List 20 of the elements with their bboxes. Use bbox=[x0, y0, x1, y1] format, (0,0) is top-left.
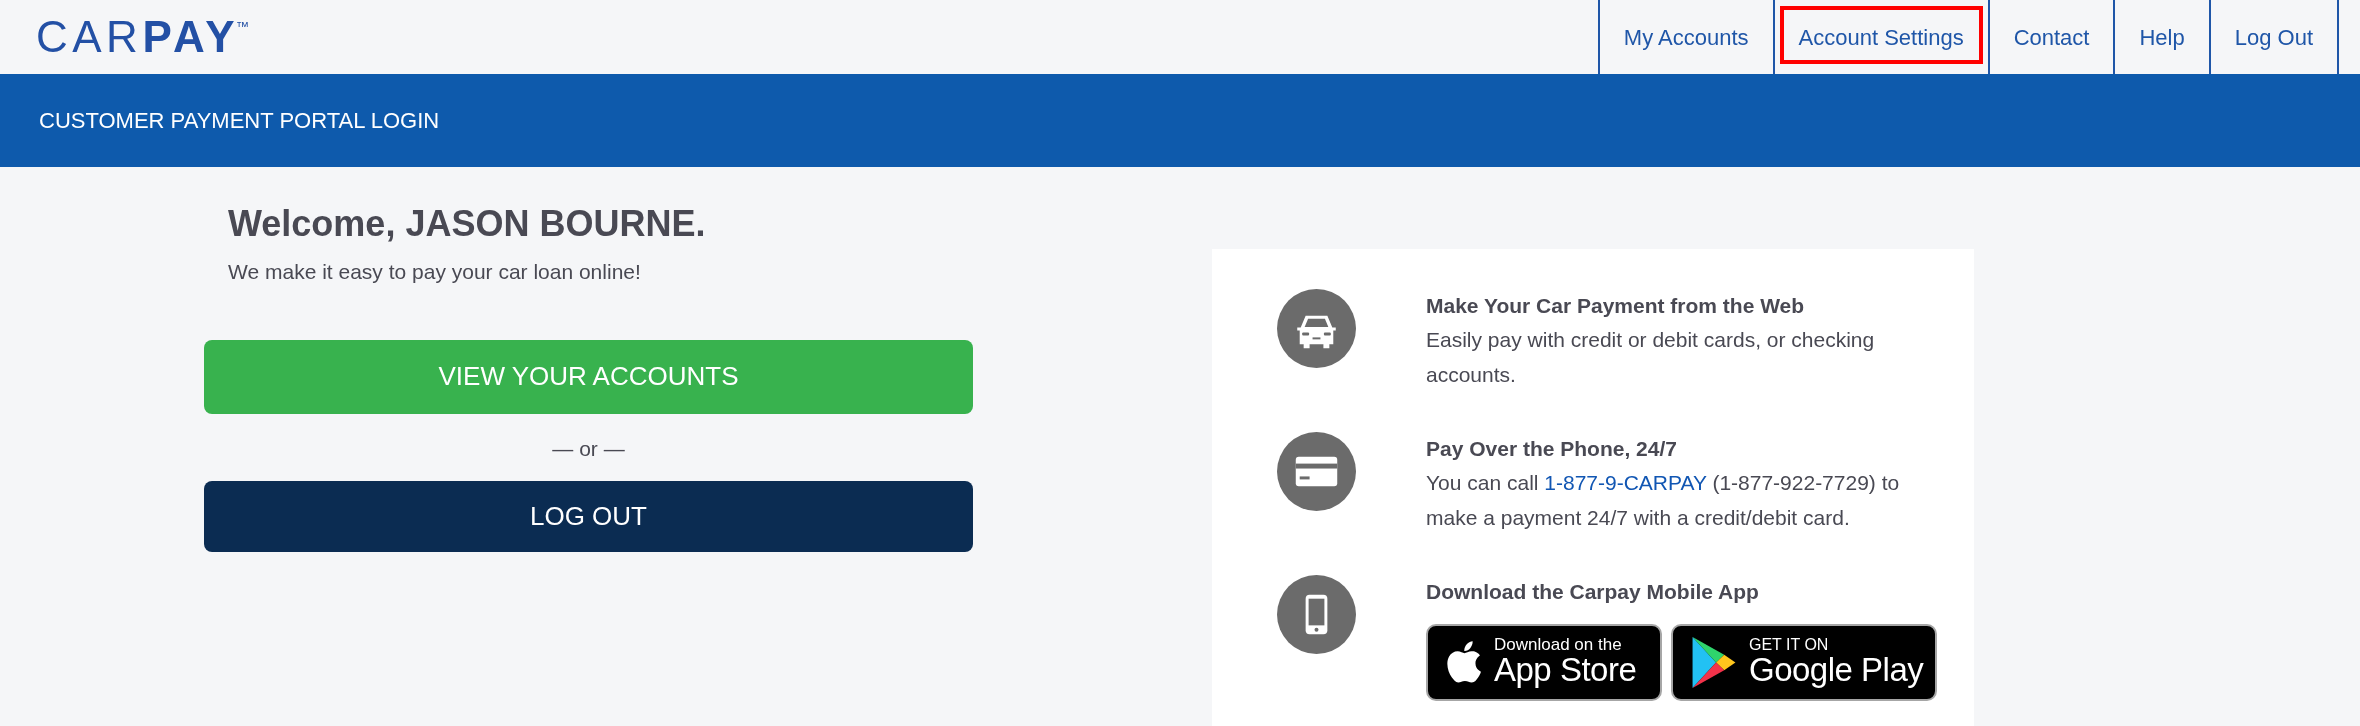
apple-logo-icon bbox=[1446, 640, 1482, 684]
feature-title: Download the Carpay Mobile App bbox=[1426, 578, 1760, 605]
feature-description: You can call 1-877-9-CARPAY (1-877-922-7729) to make a payment 24/7 with a credit/debit card. bbox=[1426, 469, 1901, 531]
feature-title: Make Your Car Payment from the Web bbox=[1426, 292, 1806, 319]
feature-description: Easily pay with credit or debit cards, or checking accounts. bbox=[1426, 326, 1876, 388]
log-out-button[interactable]: LOG OUT bbox=[204, 480, 973, 552]
mobile-phone-icon bbox=[1277, 574, 1356, 654]
feature-title: Pay Over the Phone, 24/7 bbox=[1426, 435, 1678, 462]
car-icon bbox=[1277, 288, 1356, 368]
play-triangle-icon bbox=[1691, 636, 1737, 688]
page-title: CUSTOMER PAYMENT PORTAL LOGIN bbox=[39, 106, 440, 135]
or-separator: — or — bbox=[552, 436, 625, 460]
app-store-badge[interactable]: Download on the App Store bbox=[1426, 623, 1662, 701]
google-play-badge[interactable]: GET IT ON Google Play bbox=[1671, 623, 1937, 701]
credit-card-icon bbox=[1277, 431, 1356, 511]
welcome-heading: Welcome, JASON BOURNE. bbox=[228, 201, 707, 245]
phone-link[interactable]: 1-877-9-CARPAY bbox=[1544, 470, 1707, 494]
nav-link[interactable]: Account Settings bbox=[1772, 0, 1988, 74]
welcome-subtitle: We make it easy to pay your car loan online! bbox=[228, 258, 642, 285]
brand-logo[interactable]: CARPAY$^{™}$ bbox=[36, 15, 250, 59]
